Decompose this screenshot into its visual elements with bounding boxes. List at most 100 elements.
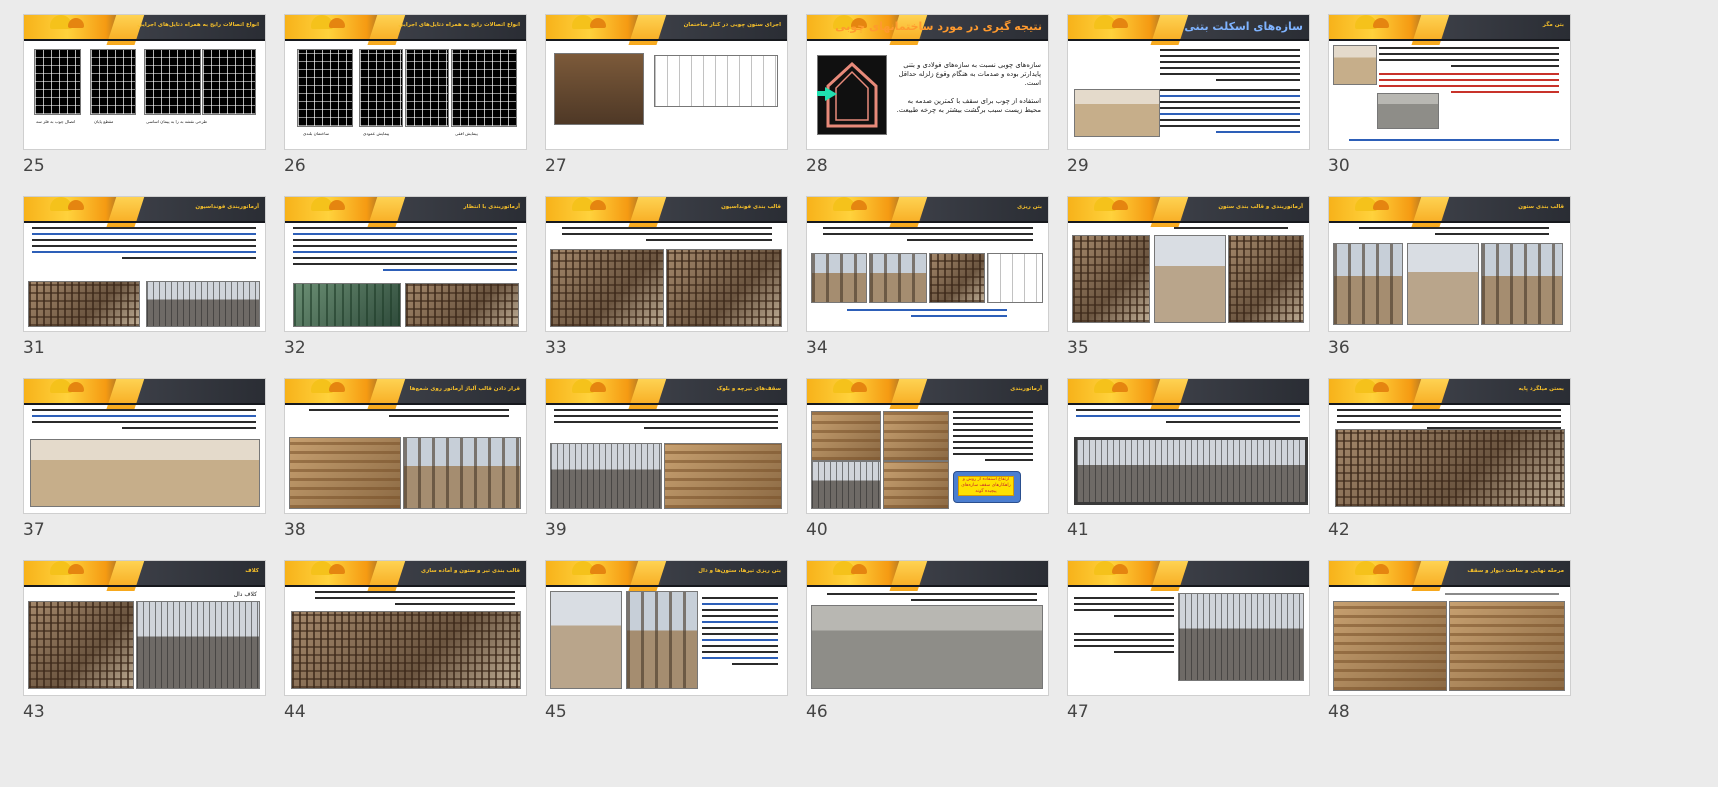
slide-preview[interactable]: آرماتوربندی ارتفاع استفاده از روش و راهکا… (806, 378, 1049, 514)
slide-header-banner: بتن ریزی (807, 197, 1048, 227)
hard-hat-icon (590, 200, 606, 210)
slide-thumbnail-40[interactable]: آرماتوربندی ارتفاع استفاده از روش و راهکا… (806, 378, 1049, 548)
photo-framed (1074, 437, 1308, 505)
header-divider (1068, 403, 1309, 405)
hard-hat-icon (1373, 200, 1389, 210)
slide-title: سازه‌های اسکلت بتنی (1184, 20, 1303, 33)
slide-thumbnail-30[interactable]: بتن مگر 30 (1328, 14, 1571, 184)
text-line (953, 411, 1033, 413)
slide-thumbnail-41[interactable]: 41 (1067, 378, 1310, 548)
slide-thumbnail-45[interactable]: بتن ریزی تیرها، ستون‌ها و دال 45 (545, 560, 788, 730)
slide-preview[interactable]: قالب بندی ستون (1328, 196, 1571, 332)
text-line (32, 409, 256, 411)
slide-number: 31 (23, 338, 45, 358)
header-divider (24, 39, 265, 41)
header-divider (24, 585, 265, 587)
slide-preview[interactable]: کلاف کلاف دال (23, 560, 266, 696)
diagram-image (297, 49, 353, 127)
photo (1154, 235, 1226, 323)
text-line (32, 421, 256, 423)
slide-number: 44 (284, 702, 306, 722)
slide-preview[interactable]: آرماتوربندی و قالب بندی ستون (1067, 196, 1310, 332)
header-divider (546, 403, 787, 405)
text-line (389, 415, 509, 417)
text-line (823, 233, 1033, 235)
slide-preview[interactable]: قالب بندی تیر و ستون و آماده سازی (284, 560, 527, 696)
header-divider (1329, 585, 1570, 587)
slide-preview[interactable]: نتیجه گیری در مورد ساختمانهای چوبی سازه‌ه… (806, 14, 1049, 150)
slide-preview[interactable]: اجرای ستون چوبی در کنار ساختمان (545, 14, 788, 150)
text-line (1076, 409, 1300, 411)
text-line (953, 417, 1033, 419)
hard-hat-icon (851, 564, 867, 574)
slide-thumbnail-34[interactable]: بتن ریزی 34 (806, 196, 1049, 366)
diagram-image (359, 49, 403, 127)
slide-preview[interactable]: بتن ریزی تیرها، ستون‌ها و دال (545, 560, 788, 696)
slide-preview[interactable]: انواع اتصالات رایج به همراه دتایل‌های اج… (284, 14, 527, 150)
slide-preview[interactable]: سازه‌های اسکلت بتنی (1067, 14, 1310, 150)
slide-thumbnail-29[interactable]: سازه‌های اسکلت بتنی 29 (1067, 14, 1310, 184)
slide-preview[interactable]: مرحله نهایی و ساخت دیوار و سقف (1328, 560, 1571, 696)
slide-thumbnail-26[interactable]: انواع اتصالات رایج به همراه دتایل‌های اج… (284, 14, 527, 184)
hard-hat-icon (590, 18, 606, 28)
hard-hat-icon (1373, 564, 1389, 574)
slide-number: 26 (284, 156, 306, 176)
photo (883, 411, 949, 461)
slide-preview[interactable] (806, 560, 1049, 696)
hard-hat-icon (329, 564, 345, 574)
slide-thumbnail-31[interactable]: آرماتوربندی فونداسیون 31 (23, 196, 266, 366)
text-line (1379, 79, 1559, 81)
slide-preview[interactable]: انواع اتصالات رایج به همراه دتایل‌های اج… (23, 14, 266, 150)
photo (30, 439, 260, 507)
slide-thumbnail-37[interactable]: 37 (23, 378, 266, 548)
slide-thumbnail-36[interactable]: قالب بندی ستون 36 (1328, 196, 1571, 366)
slide-thumbnail-44[interactable]: قالب بندی تیر و ستون و آماده سازی 44 (284, 560, 527, 730)
slide-preview[interactable] (1067, 378, 1310, 514)
text-line (32, 227, 256, 229)
slide-header-banner: آرماتوربندی با انتظار (285, 197, 526, 227)
photo (1333, 601, 1447, 691)
text-line (907, 239, 1033, 241)
slide-thumbnail-25[interactable]: انواع اتصالات رایج به همراه دتایل‌های اج… (23, 14, 266, 184)
slide-preview[interactable]: بتن ریزی (806, 196, 1049, 332)
slide-thumbnail-39[interactable]: سقف‌های تیرچه و بلوک 39 (545, 378, 788, 548)
slide-title: بتن ریزی (1017, 204, 1042, 210)
slide-preview[interactable]: آرماتوربندی با انتظار (284, 196, 527, 332)
slide-preview[interactable] (1067, 560, 1310, 696)
hard-hat-icon (1373, 382, 1389, 392)
text-line (1160, 101, 1300, 103)
slide-thumbnail-48[interactable]: مرحله نهایی و ساخت دیوار و سقف 48 (1328, 560, 1571, 730)
slide-thumbnail-33[interactable]: قالب بندی فونداسیون 33 (545, 196, 788, 366)
slide-preview[interactable]: بستن میلگرد پایه (1328, 378, 1571, 514)
diagram-caption: طرحی نقشه به را به پیمان اساسی (146, 119, 208, 124)
hard-hat-icon (590, 382, 606, 392)
text-line (702, 633, 778, 635)
slide-thumbnail-38[interactable]: قرار دادن قالب آلیاژ آرماتور روی شمع‌ها 3… (284, 378, 527, 548)
text-line (953, 429, 1033, 431)
slide-header-banner: کلاف (24, 561, 265, 591)
slide-thumbnail-32[interactable]: آرماتوربندی با انتظار 32 (284, 196, 527, 366)
text-line (702, 603, 778, 605)
slide-thumbnail-43[interactable]: کلاف کلاف دال 43 (23, 560, 266, 730)
slide-title: اجرای ستون چوبی در کنار ساختمان (683, 22, 781, 28)
text-line (1160, 67, 1300, 69)
slide-thumbnail-42[interactable]: بستن میلگرد پایه 42 (1328, 378, 1571, 548)
slide-preview[interactable]: قرار دادن قالب آلیاژ آرماتور روی شمع‌ها (284, 378, 527, 514)
slide-preview[interactable]: قالب بندی فونداسیون (545, 196, 788, 332)
text-line (1160, 55, 1300, 57)
diagram-image (405, 49, 449, 127)
slide-thumbnail-46[interactable]: 46 (806, 560, 1049, 730)
text-line (702, 627, 778, 629)
slide-thumbnail-47[interactable]: 47 (1067, 560, 1310, 730)
slide-preview[interactable]: آرماتوربندی فونداسیون (23, 196, 266, 332)
slide-thumbnail-27[interactable]: اجرای ستون چوبی در کنار ساختمان 27 (545, 14, 788, 184)
text-line (32, 239, 256, 241)
slide-thumbnail-28[interactable]: نتیجه گیری در مورد ساختمانهای چوبی سازه‌ه… (806, 14, 1049, 184)
slide-preview[interactable]: بتن مگر (1328, 14, 1571, 150)
slide-preview[interactable]: سقف‌های تیرچه و بلوک (545, 378, 788, 514)
slide-thumbnail-35[interactable]: آرماتوربندی و قالب بندی ستون 35 (1067, 196, 1310, 366)
slide-preview[interactable] (23, 378, 266, 514)
slide-header-banner: قرار دادن قالب آلیاژ آرماتور روی شمع‌ها (285, 379, 526, 409)
text-line (702, 609, 778, 611)
slide-header-banner: بتن مگر (1329, 15, 1570, 45)
